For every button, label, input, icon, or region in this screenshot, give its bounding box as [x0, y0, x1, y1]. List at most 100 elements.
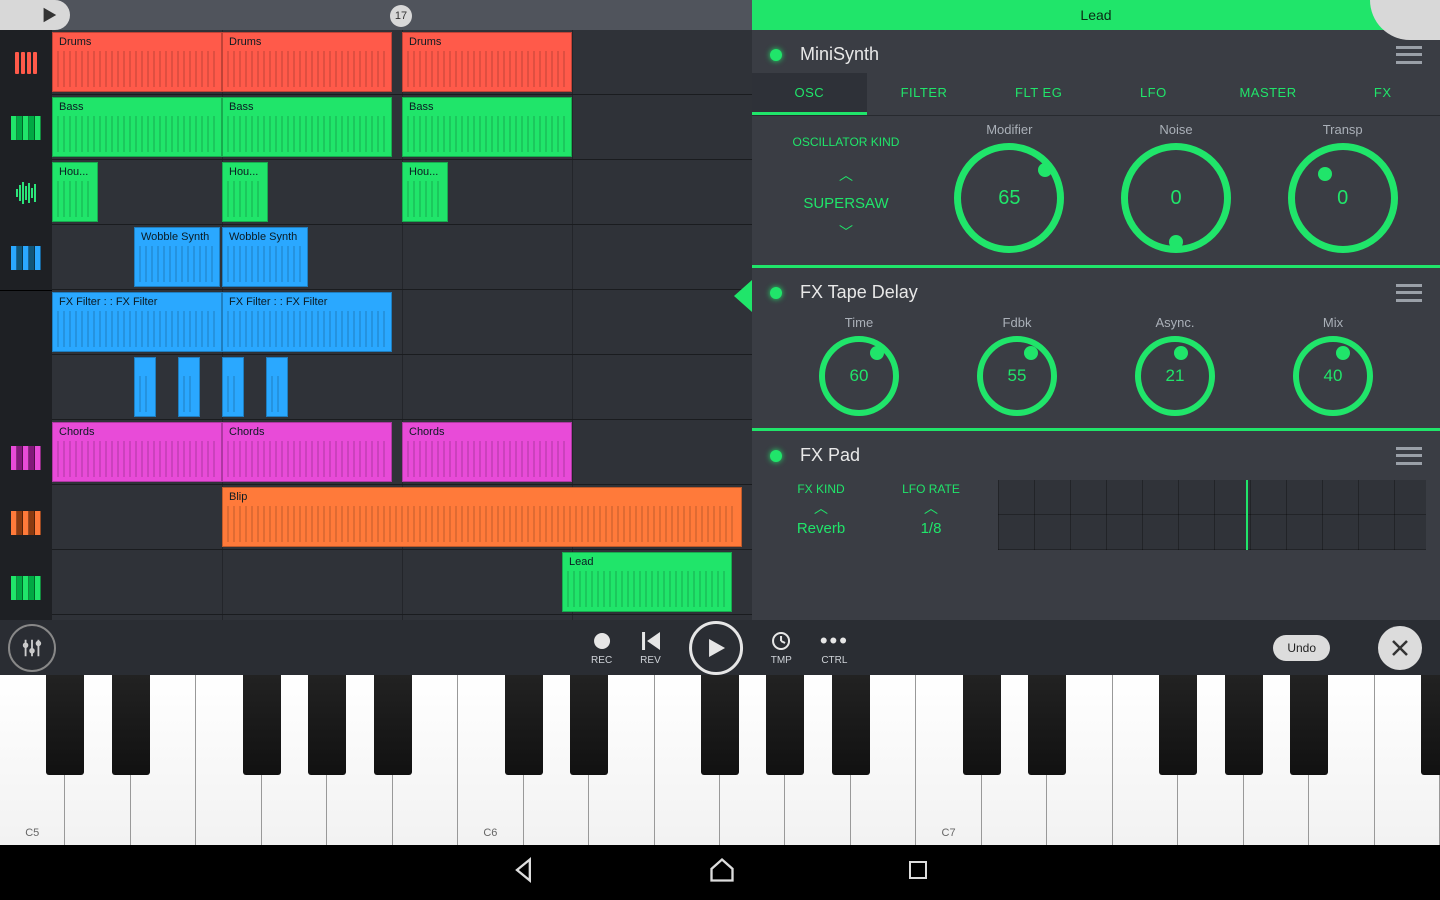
track-icon-lead[interactable] [0, 555, 52, 620]
close-button[interactable] [1378, 626, 1422, 670]
tab-flteg[interactable]: FLT EG [981, 73, 1096, 115]
ctrl-button[interactable]: •••CTRL [820, 629, 849, 666]
tab-filter[interactable]: FILTER [867, 73, 982, 115]
clip[interactable]: Hou... [402, 162, 448, 222]
clip[interactable] [134, 357, 156, 417]
clip[interactable]: Chords [222, 422, 392, 482]
black-key[interactable] [1028, 675, 1066, 775]
track-row[interactable]: Blip [52, 485, 752, 550]
clip[interactable]: Wobble Synth [134, 227, 220, 287]
clip[interactable]: Hou... [222, 162, 268, 222]
osc-kind-picker[interactable]: OSCILLATOR KIND ︿ SUPERSAW ﹀ [766, 133, 926, 242]
play-button[interactable] [689, 621, 743, 675]
knob-time[interactable]: 60 [819, 336, 899, 416]
black-key[interactable] [308, 675, 346, 775]
black-key[interactable] [505, 675, 543, 775]
black-key[interactable] [1159, 675, 1197, 775]
track-row[interactable]: Hou... Hou... Hou... [52, 160, 752, 225]
clip-label: Wobble Synth [229, 231, 301, 243]
chevron-up-icon[interactable]: ︿ [876, 498, 986, 518]
piano-keyboard[interactable] [0, 675, 1440, 845]
track-row[interactable]: FX Filter : : FX FilterFX Filter : : FX … [52, 290, 752, 355]
knob-modifier[interactable]: 65 [954, 143, 1064, 253]
knob-fdbk[interactable]: 55 [977, 336, 1057, 416]
track-row[interactable]: BassBassBass [52, 95, 752, 160]
tempo-button[interactable]: TMP [771, 629, 792, 666]
fx-kind-picker[interactable]: FX KIND ︿ Reverb [766, 480, 876, 539]
mixer-button[interactable] [8, 624, 56, 672]
black-key[interactable] [701, 675, 739, 775]
track-row[interactable]: Lead [52, 550, 752, 615]
black-key[interactable] [1421, 675, 1440, 775]
clip[interactable]: Drums [52, 32, 222, 92]
clip[interactable]: Bass [222, 97, 392, 157]
black-key[interactable] [963, 675, 1001, 775]
android-recent-icon[interactable] [906, 858, 930, 887]
chevron-up-icon[interactable]: ︿ [766, 498, 876, 518]
clip[interactable]: FX Filter : : FX Filter [222, 292, 392, 352]
clip[interactable] [178, 357, 200, 417]
knob-mix[interactable]: 40 [1293, 336, 1373, 416]
power-led-icon[interactable] [770, 287, 782, 299]
track-icon-synth[interactable] [0, 225, 52, 290]
track-row[interactable]: DrumsDrumsDrums [52, 30, 752, 95]
clip[interactable]: Blip [222, 487, 742, 547]
black-key[interactable] [570, 675, 608, 775]
black-key[interactable] [1225, 675, 1263, 775]
tab-fx[interactable]: FX [1325, 73, 1440, 115]
black-key[interactable] [46, 675, 84, 775]
play-top-button[interactable] [0, 0, 70, 30]
undo-button[interactable]: Undo [1273, 635, 1330, 661]
clip[interactable]: Bass [52, 97, 222, 157]
clip[interactable]: Chords [402, 422, 572, 482]
clip-label: Chords [59, 426, 215, 438]
track-icon-blip[interactable] [0, 490, 52, 555]
knob-async[interactable]: 21 [1135, 336, 1215, 416]
module-menu-icon[interactable] [1396, 447, 1422, 465]
track-row[interactable] [52, 355, 752, 420]
clip[interactable]: FX Filter : : FX Filter [52, 292, 222, 352]
module-menu-icon[interactable] [1396, 46, 1422, 64]
rewind-button[interactable]: REV [640, 629, 661, 666]
tempo-label: TMP [771, 655, 792, 666]
record-button[interactable]: REC [591, 629, 612, 666]
clip[interactable]: Chords [52, 422, 222, 482]
clip[interactable]: Wobble Synth [222, 227, 308, 287]
track-icon-audio[interactable] [0, 160, 52, 225]
black-key[interactable] [832, 675, 870, 775]
black-key[interactable] [243, 675, 281, 775]
track-icon-bass[interactable] [0, 95, 52, 160]
clip[interactable] [266, 357, 288, 417]
knob-transp[interactable]: 0 [1288, 143, 1398, 253]
clip[interactable]: Drums [222, 32, 392, 92]
black-key[interactable] [1290, 675, 1328, 775]
power-led-icon[interactable] [770, 49, 782, 61]
knob-noise[interactable]: 0 [1121, 143, 1231, 253]
black-key[interactable] [374, 675, 412, 775]
clip[interactable]: Drums [402, 32, 572, 92]
clip[interactable]: Bass [402, 97, 572, 157]
android-home-icon[interactable] [708, 856, 736, 889]
android-back-icon[interactable] [510, 856, 538, 889]
clip[interactable]: Lead [562, 552, 732, 612]
track-icon-drums[interactable] [0, 30, 52, 95]
tab-lfo[interactable]: LFO [1096, 73, 1211, 115]
clip[interactable] [222, 357, 244, 417]
black-key[interactable] [766, 675, 804, 775]
timeline-ruler[interactable]: 17 [52, 0, 752, 30]
arrangement-grid[interactable]: DrumsDrumsDrumsBassBassBassHou...Hou...H… [52, 30, 752, 620]
clip[interactable]: Hou... [52, 162, 98, 222]
chevron-down-icon[interactable]: ﹀ [766, 222, 926, 242]
playhead-marker[interactable]: 17 [390, 5, 412, 27]
chevron-up-icon[interactable]: ︿ [766, 165, 926, 185]
track-row[interactable]: Wobble Synth Wobble Synth [52, 225, 752, 290]
track-row[interactable]: ChordsChordsChords [52, 420, 752, 485]
lfo-rate-picker[interactable]: LFO RATE ︿ 1/8 [876, 480, 986, 539]
power-led-icon[interactable] [770, 450, 782, 462]
black-key[interactable] [112, 675, 150, 775]
tab-master[interactable]: MASTER [1211, 73, 1326, 115]
tab-osc[interactable]: OSC [752, 73, 867, 115]
fx-xy-pad[interactable] [998, 480, 1426, 550]
track-icon-chords[interactable] [0, 425, 52, 490]
module-menu-icon[interactable] [1396, 284, 1422, 302]
